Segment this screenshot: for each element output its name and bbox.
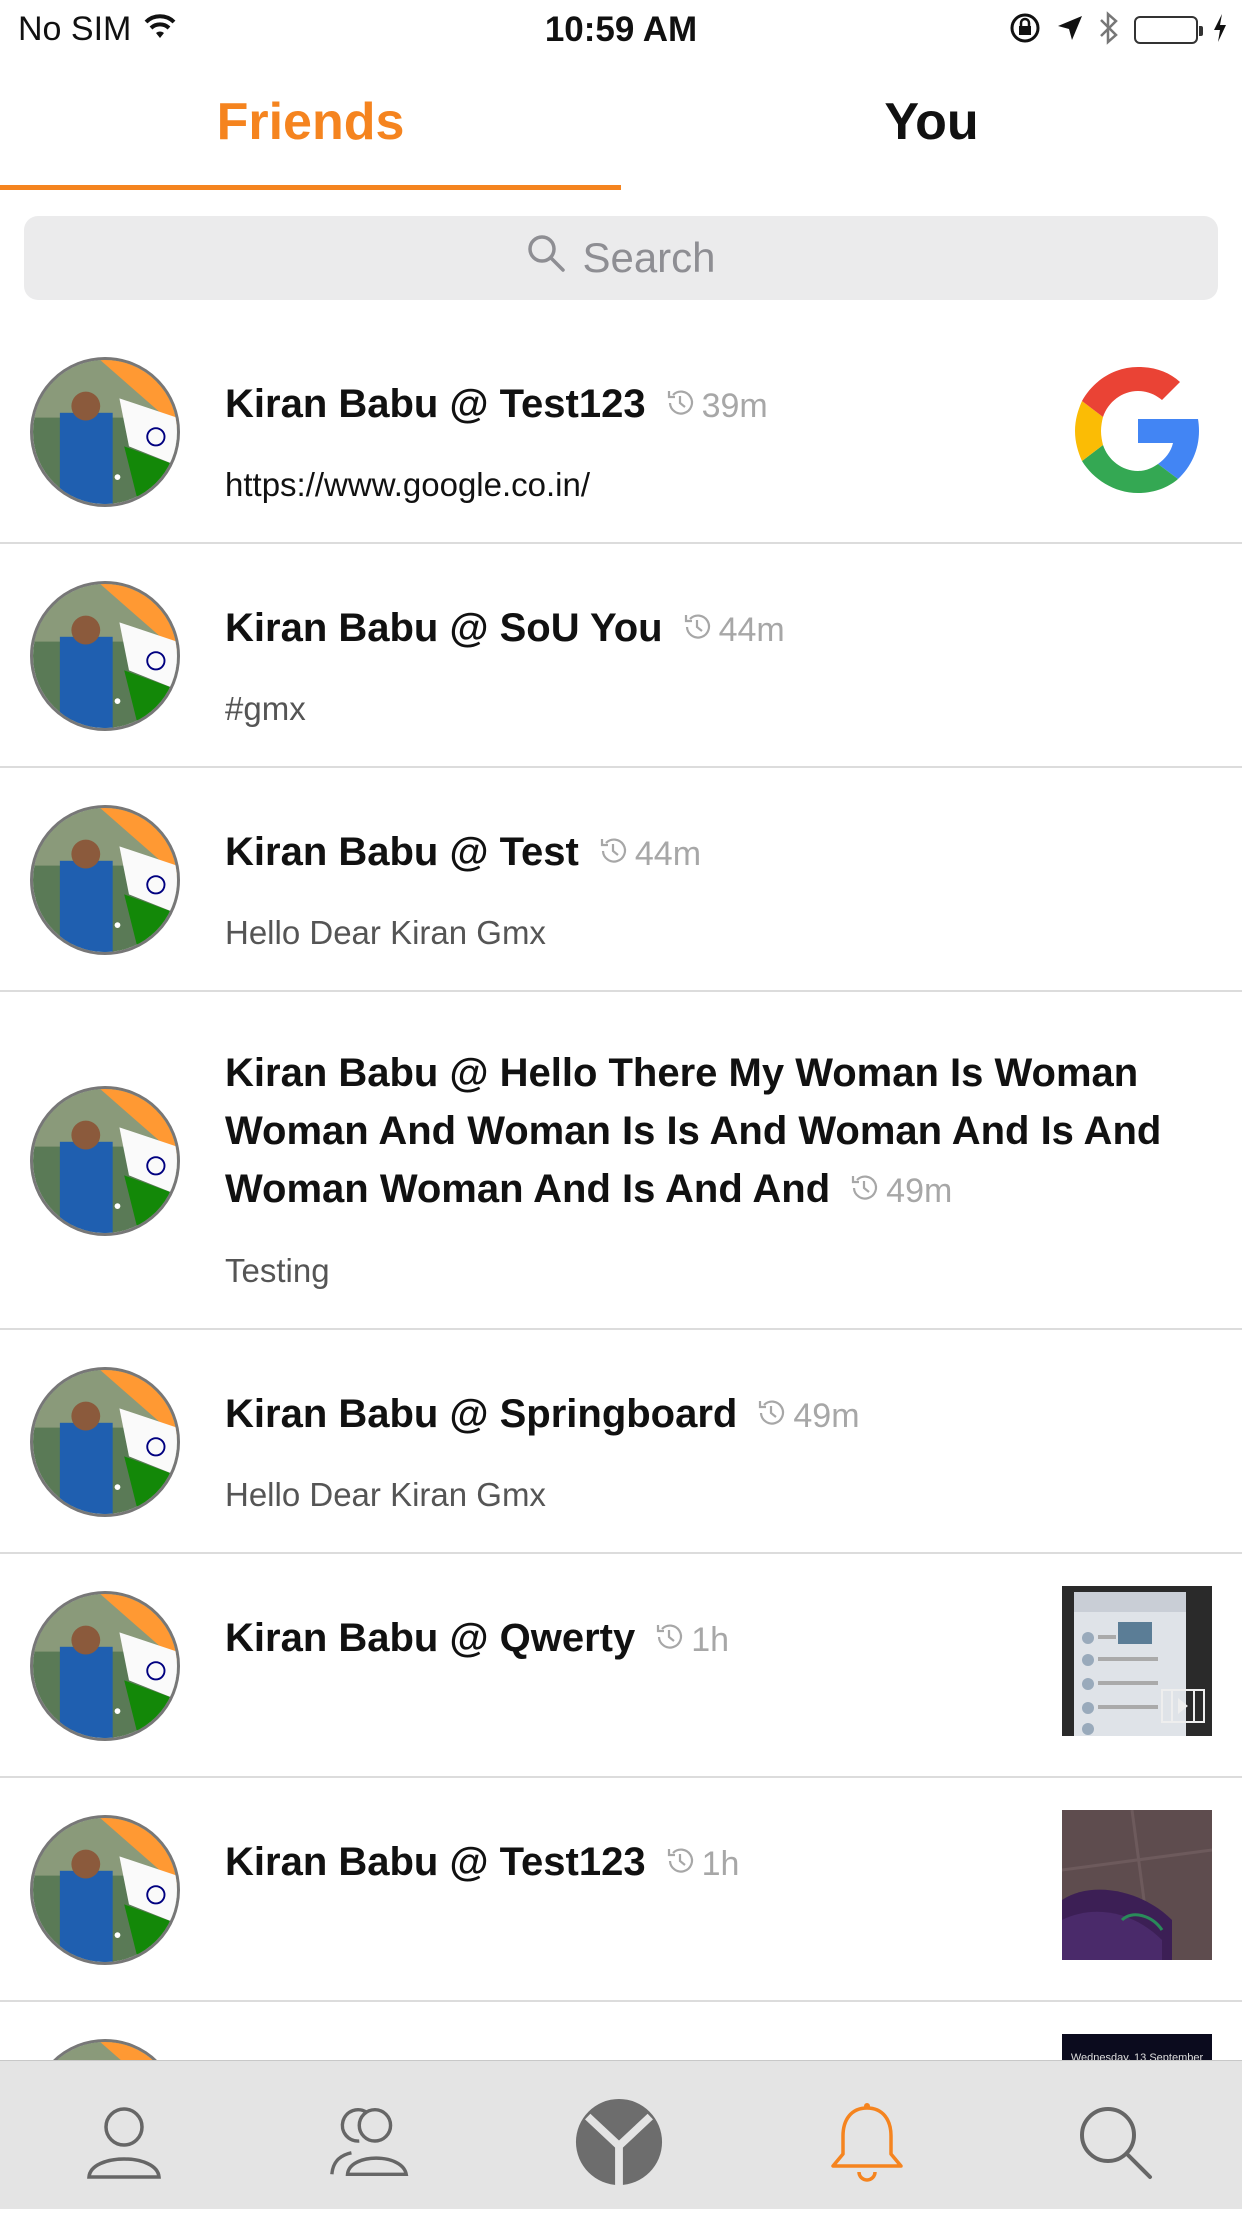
feed-subtitle[interactable]: #gmx bbox=[225, 690, 306, 728]
tab-friends[interactable]: Friends bbox=[0, 92, 621, 152]
feed-time: 39m bbox=[664, 387, 768, 425]
search-icon bbox=[1080, 2107, 1152, 2179]
avatar[interactable] bbox=[30, 1591, 180, 1741]
search-icon bbox=[526, 233, 566, 283]
avatar[interactable] bbox=[30, 1815, 180, 1965]
bottom-tab-bar bbox=[0, 2060, 1242, 2209]
feed-time: 1h bbox=[653, 1621, 729, 1659]
history-icon bbox=[667, 390, 693, 415]
profile-icon bbox=[87, 2107, 161, 2179]
yeti-logo-icon bbox=[575, 2098, 663, 2187]
tab-friends-list[interactable] bbox=[326, 2097, 416, 2187]
history-icon bbox=[759, 1400, 785, 1425]
avatar[interactable] bbox=[30, 581, 180, 731]
search-bar[interactable]: Search bbox=[24, 216, 1218, 300]
bell-icon bbox=[831, 2103, 903, 2182]
status-bar: No SIM 10:59 AM bbox=[0, 0, 1242, 62]
avatar[interactable] bbox=[30, 805, 180, 955]
feed-subtitle[interactable]: https://www.google.co.in/ bbox=[225, 466, 590, 504]
feed-row[interactable]: Kiran Babu @ SoU You 44m #gmx bbox=[0, 544, 1242, 768]
feed-subtitle[interactable]: Hello Dear Kiran Gmx bbox=[225, 1476, 546, 1514]
segment-tabs: Friends You bbox=[0, 62, 1242, 192]
feed-time: 44m bbox=[681, 611, 785, 649]
feed-title[interactable]: Kiran Babu @ Test123 bbox=[225, 382, 646, 426]
tab-search[interactable] bbox=[1070, 2097, 1160, 2187]
feed-row[interactable]: Kiran Babu @ Qwerty 1h bbox=[0, 1554, 1242, 1778]
history-icon bbox=[852, 1175, 878, 1200]
feed-title[interactable]: Kiran Babu @ Test bbox=[225, 830, 579, 874]
history-icon bbox=[600, 838, 626, 863]
feed-time-label: 44m bbox=[718, 611, 785, 649]
active-tab-indicator bbox=[0, 185, 621, 190]
photo-thumbnail[interactable] bbox=[1062, 1810, 1212, 1960]
feed-row[interactable]: Kiran Babu @ Springboard 49m Hello Dear K… bbox=[0, 1330, 1242, 1554]
history-icon bbox=[684, 614, 710, 639]
feed-title[interactable]: Kiran Babu @ Hello There My Woman Is Wom… bbox=[225, 1051, 1161, 1211]
tab-home[interactable] bbox=[574, 2097, 664, 2187]
feed-title[interactable]: Kiran Babu @ Qwerty bbox=[225, 1616, 635, 1660]
feed-subtitle[interactable]: Hello Dear Kiran Gmx bbox=[225, 914, 546, 952]
tab-you[interactable]: You bbox=[621, 92, 1242, 152]
search-placeholder: Search bbox=[582, 234, 716, 281]
feed-time-label: 49m bbox=[793, 1397, 860, 1435]
feed-time-label: 44m bbox=[634, 835, 702, 873]
feed-time-label: 1h bbox=[701, 1845, 740, 1883]
feed-time: 44m bbox=[597, 835, 701, 873]
friends-icon bbox=[330, 2108, 409, 2176]
google-logo-icon bbox=[1075, 367, 1199, 493]
feed-subtitle[interactable]: Testing bbox=[225, 1252, 330, 1290]
video-thumbnail[interactable] bbox=[1062, 1586, 1212, 1736]
feed-time: 1h bbox=[664, 1845, 740, 1883]
charging-icon bbox=[1212, 13, 1228, 48]
feed-row[interactable]: Kiran Babu @ Test123 39m https://www.goog… bbox=[0, 320, 1242, 544]
feed-title[interactable]: Kiran Babu @ Test123 bbox=[225, 1840, 646, 1884]
bluetooth-icon bbox=[1098, 10, 1120, 50]
location-arrow-icon bbox=[1056, 14, 1084, 47]
google-logo-thumbnail[interactable] bbox=[1062, 355, 1212, 505]
feed-time: 49m bbox=[848, 1172, 952, 1210]
history-icon bbox=[667, 1848, 693, 1873]
history-icon bbox=[657, 1624, 683, 1649]
battery-icon bbox=[1134, 16, 1203, 44]
avatar[interactable] bbox=[30, 1367, 180, 1517]
feed-title[interactable]: Kiran Babu @ SoU You bbox=[225, 606, 663, 650]
feed-row[interactable]: Kiran Babu @ Hello There My Woman Is Wom… bbox=[0, 992, 1242, 1330]
feed-row[interactable]: Kiran Babu @ Test 44m Hello Dear Kiran Gm… bbox=[0, 768, 1242, 992]
feed-title[interactable]: Kiran Babu @ Springboard bbox=[225, 1392, 737, 1436]
feed-time-label: 49m bbox=[886, 1172, 953, 1210]
feed-time-label: 1h bbox=[691, 1621, 730, 1659]
feed-row[interactable]: Kiran Babu @ Test123 1h bbox=[0, 1778, 1242, 2002]
avatar[interactable] bbox=[30, 1086, 180, 1236]
feed-time: 49m bbox=[755, 1397, 860, 1435]
orientation-lock-icon bbox=[1008, 11, 1042, 50]
status-right bbox=[1008, 10, 1228, 50]
avatar[interactable] bbox=[30, 357, 180, 507]
feed-time-label: 39m bbox=[701, 387, 768, 425]
tab-notifications[interactable] bbox=[822, 2097, 912, 2187]
tab-profile[interactable] bbox=[79, 2097, 169, 2187]
activity-feed: Kiran Babu @ Test123 39m https://www.goog… bbox=[0, 320, 1242, 2226]
